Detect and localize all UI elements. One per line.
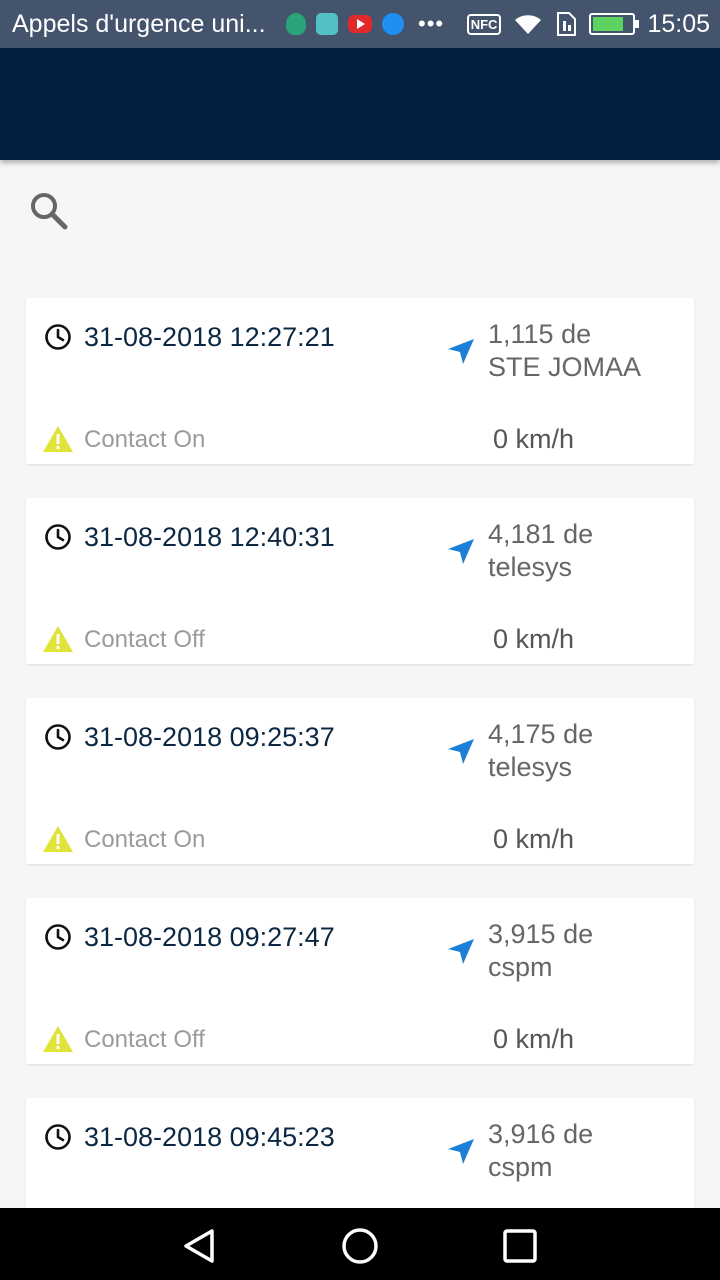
android-app-icon [316,13,338,35]
event-time: 31-08-2018 12:40:31 [84,522,335,552]
speed-value: 0 km/h [493,424,575,454]
location-distance: 1,115 de [488,319,592,349]
location-distance: 4,175 de [488,719,594,749]
warning-icon [43,626,73,652]
system-navigation-bar [0,1208,720,1280]
location-place: telesys [488,552,573,582]
clock-icon [45,524,71,550]
event-card[interactable]: 31-08-2018 09:27:47 3,915 de cspm Contac… [26,898,694,1064]
event-time: 31-08-2018 09:27:47 [84,922,335,952]
notification-title: Appels d'urgence uni... [12,9,266,38]
event-location: 1,115 de STE JOMAA [488,318,688,384]
contact-status: Contact On [84,426,206,453]
event-location: 4,181 de telesys [488,518,688,584]
shield-app-icon [286,13,306,35]
notification-icons: ••• [286,11,444,37]
location-distance: 3,915 de [488,919,594,949]
event-location: 3,916 de cspm [488,1118,688,1184]
speed-value: 0 km/h [493,1024,575,1054]
youtube-icon [348,15,372,33]
event-card[interactable]: 31-08-2018 12:40:31 4,181 de telesys Con… [26,498,694,664]
clock-icon [45,924,71,950]
back-icon[interactable] [180,1226,220,1266]
navigation-arrow-icon [448,739,474,764]
home-icon[interactable] [340,1226,380,1266]
event-time: 31-08-2018 09:25:37 [84,722,335,752]
navigation-arrow-icon [448,539,474,564]
navigation-arrow-icon [448,939,474,964]
more-notifications-icon: ••• [418,11,445,36]
search-icon[interactable] [28,190,68,230]
location-place: cspm [488,1152,553,1182]
warning-icon [43,826,73,852]
clock-icon [45,324,71,350]
nfc-icon: NFC [466,13,502,35]
event-card[interactable]: 31-08-2018 12:27:21 1,115 de STE JOMAA C… [26,298,694,464]
wifi-icon [515,15,542,35]
contact-status: Contact Off [84,1026,205,1053]
sim-icon [557,12,577,36]
location-place: STE JOMAA [488,352,642,382]
clock: 15:05 [647,9,710,38]
recent-apps-icon[interactable] [500,1226,540,1266]
location-distance: 4,181 de [488,519,594,549]
event-time: 31-08-2018 09:45:23 [84,1122,335,1152]
contact-status: Contact On [84,826,206,853]
location-place: cspm [488,952,553,982]
warning-icon [43,1026,73,1052]
location-distance: 3,916 de [488,1119,594,1149]
event-card[interactable]: 31-08-2018 09:25:37 4,175 de telesys Con… [26,698,694,864]
event-location: 3,915 de cspm [488,918,688,984]
location-place: telesys [488,752,573,782]
contact-status: Contact Off [84,626,205,653]
messenger-icon [382,13,404,35]
navigation-arrow-icon [448,1139,474,1164]
battery-icon [589,13,640,35]
system-status: NFC 15:05 [466,9,710,39]
clock-icon [45,1124,71,1150]
clock-icon [45,724,71,750]
navigation-arrow-icon [448,339,474,364]
event-time: 31-08-2018 12:27:21 [84,322,335,352]
warning-icon [43,426,73,452]
app-bar [0,48,720,160]
speed-value: 0 km/h [493,824,575,854]
event-list: 31-08-2018 12:27:21 1,115 de STE JOMAA C… [26,298,694,1280]
event-location: 4,175 de telesys [488,718,688,784]
speed-value: 0 km/h [493,624,575,654]
status-bar: Appels d'urgence uni... ••• NFC 15:05 [0,0,720,48]
